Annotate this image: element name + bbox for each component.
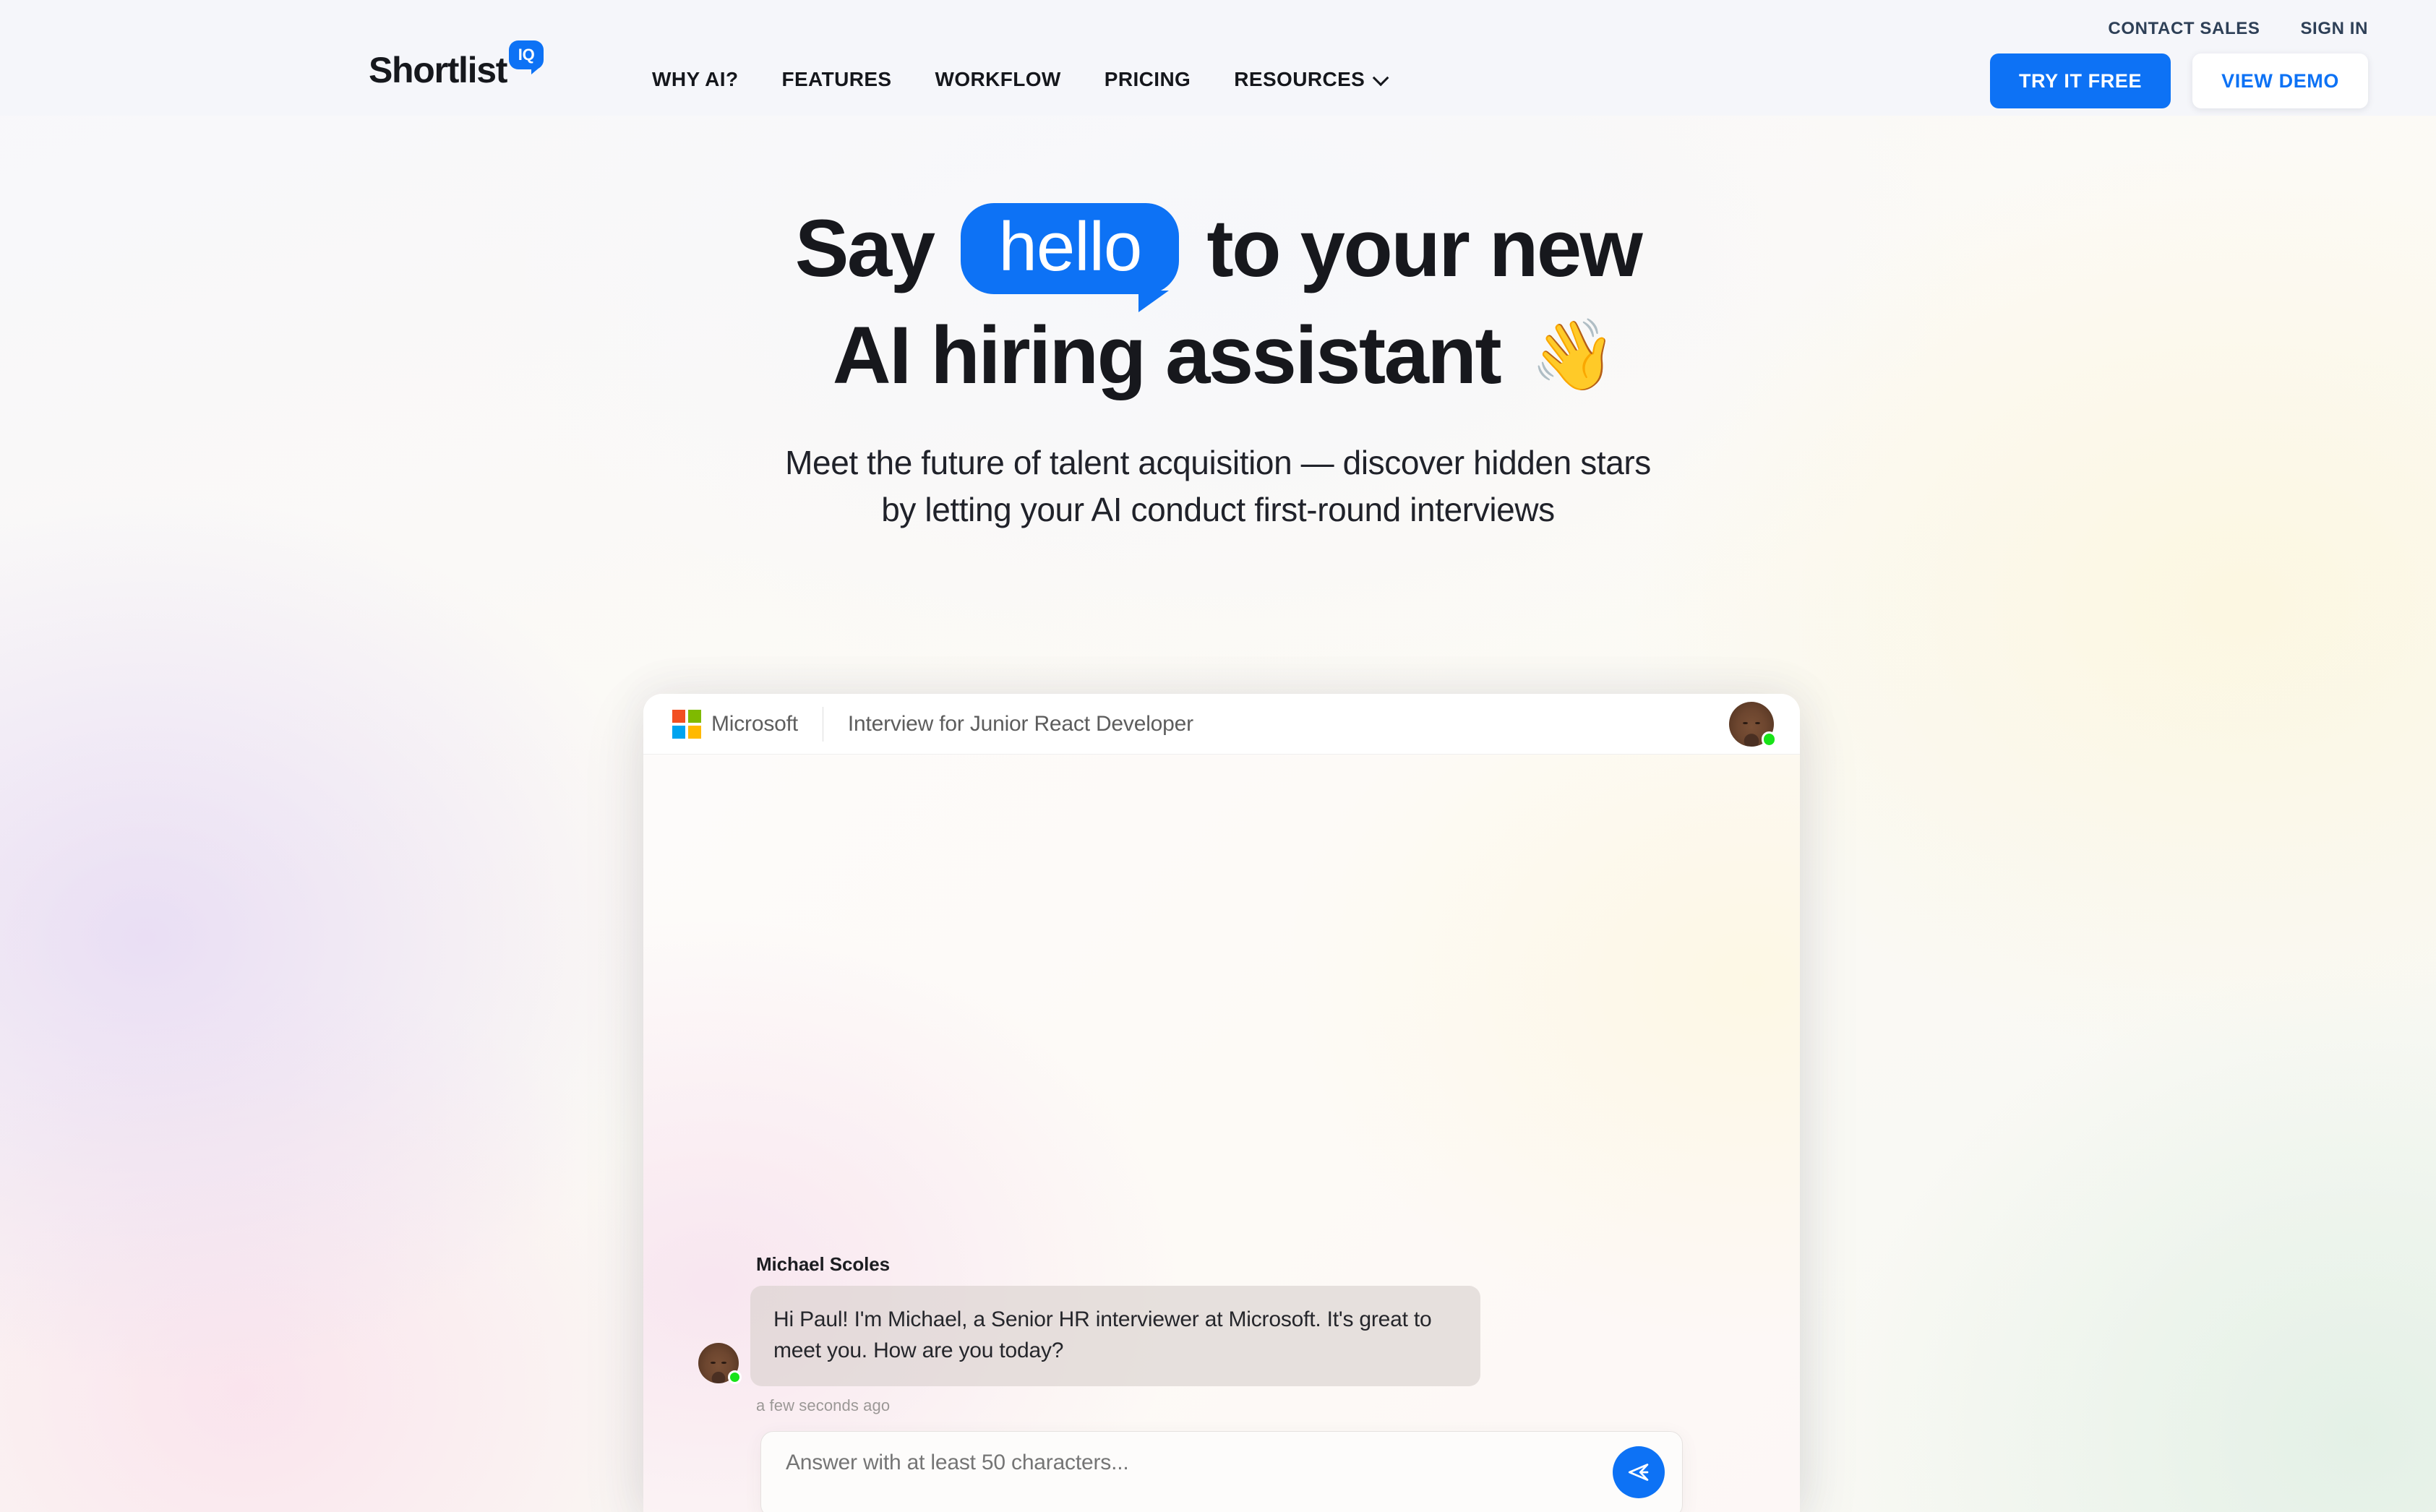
hello-bubble: hello: [961, 202, 1180, 312]
headline-line-2: AI hiring assistant 👋: [0, 302, 2436, 409]
main-navigation: WHY AI? FEATURES WORKFLOW PRICING RESOUR…: [630, 68, 1407, 91]
hero-subtitle-line-1: Meet the future of talent acquisition — …: [785, 443, 1651, 481]
header-inner: Shortlist IQ WHY AI? FEATURES WORKFLOW P…: [0, 0, 2436, 116]
nav-item-resources[interactable]: RESOURCES: [1212, 68, 1407, 91]
avatar: [1729, 701, 1777, 747]
avatar-eye-left: [1742, 722, 1749, 725]
interview-demo-card: Microsoft Interview for Junior React Dev…: [643, 694, 1800, 1512]
send-icon: [1628, 1464, 1649, 1481]
headline-to-your-new: to your new: [1206, 203, 1642, 293]
nav-item-label: WHY AI?: [652, 68, 739, 90]
avatar: [698, 1343, 742, 1385]
brand-iq-bubble-icon: IQ: [509, 40, 544, 74]
waving-hand-icon: 👋: [1530, 316, 1617, 394]
brand-iq-label: IQ: [518, 46, 535, 64]
nav-item-label: PRICING: [1104, 68, 1191, 90]
message-bubble: Hi Paul! I'm Michael, a Senior HR interv…: [750, 1286, 1480, 1387]
chevron-down-icon: [1373, 69, 1389, 87]
interview-card-header: Microsoft Interview for Junior React Dev…: [643, 694, 1800, 755]
send-button[interactable]: [1613, 1446, 1665, 1498]
interview-title: Interview for Junior React Developer: [847, 711, 1193, 736]
company-name: Microsoft: [711, 711, 798, 736]
microsoft-logo: Microsoft: [672, 709, 798, 739]
brand-logo[interactable]: Shortlist IQ: [369, 40, 544, 90]
nav-item-workflow[interactable]: WORKFLOW: [914, 68, 1083, 91]
headline-ai-hiring-assistant: AI hiring assistant: [832, 309, 1502, 400]
message-row: Hi Paul! I'm Michael, a Senior HR interv…: [698, 1286, 1530, 1387]
chat-message: Michael Scoles Hi Paul! I'm Michael, a S…: [698, 1253, 1530, 1415]
nav-item-why-ai[interactable]: WHY AI?: [630, 68, 760, 91]
headline-line-1: Say hello to your new: [0, 195, 2436, 312]
hero-subtitle: Meet the future of talent acquisition — …: [0, 439, 2436, 534]
microsoft-squares-icon: [672, 709, 701, 739]
nav-item-label: RESOURCES: [1234, 68, 1365, 90]
page-title: Say hello to your new AI hiring assistan…: [0, 195, 2436, 409]
answer-input[interactable]: [786, 1451, 1657, 1475]
message-sender-name: Michael Scoles: [756, 1253, 891, 1275]
utility-links: CONTACT SALES SIGN IN: [2108, 19, 2368, 39]
nav-item-pricing[interactable]: PRICING: [1083, 68, 1212, 91]
interview-chat-body: Michael Scoles Hi Paul! I'm Michael, a S…: [643, 755, 1800, 1512]
nav-item-features[interactable]: FEATURES: [760, 68, 913, 91]
message-avatar: [698, 1343, 742, 1385]
status-badge-online: [1761, 731, 1777, 747]
hello-bubble-label: hello: [998, 207, 1142, 285]
interviewer-avatar-header[interactable]: [1729, 701, 1777, 747]
hero-section: Say hello to your new AI hiring assistan…: [0, 116, 2436, 533]
hero-subtitle-line-2: by letting your AI conduct first-round i…: [881, 490, 1555, 528]
contact-sales-link[interactable]: CONTACT SALES: [2108, 19, 2260, 39]
headline-say: Say: [794, 203, 935, 293]
nav-item-label: WORKFLOW: [935, 68, 1061, 90]
brand-logo-text: Shortlist: [369, 50, 507, 90]
answer-composer[interactable]: [760, 1431, 1683, 1512]
try-it-free-button[interactable]: TRY IT FREE: [1989, 53, 2171, 108]
site-header: Shortlist IQ WHY AI? FEATURES WORKFLOW P…: [0, 0, 2436, 116]
avatar-eye-right: [1754, 722, 1761, 725]
header-cta-group: TRY IT FREE VIEW DEMO: [1989, 53, 2368, 108]
message-timestamp: a few seconds ago: [756, 1396, 891, 1415]
avatar-eye-left: [710, 1361, 716, 1364]
status-badge-online: [727, 1370, 742, 1385]
sign-in-link[interactable]: SIGN IN: [2300, 19, 2368, 39]
nav-item-label: FEATURES: [781, 68, 892, 90]
avatar-eye-right: [721, 1361, 727, 1364]
view-demo-button[interactable]: VIEW DEMO: [2192, 53, 2368, 108]
